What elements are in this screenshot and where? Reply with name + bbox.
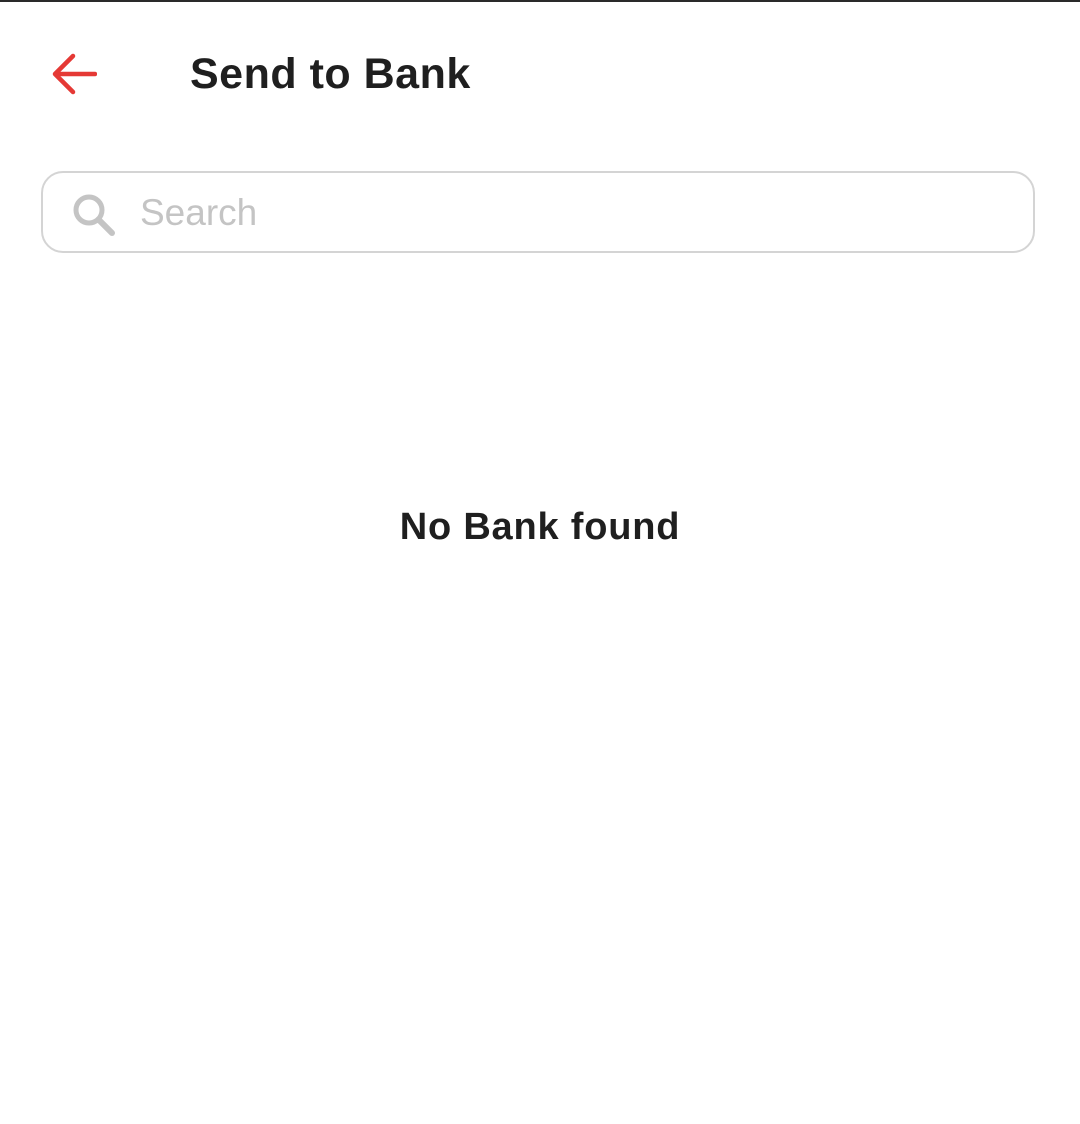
empty-state-message: No Bank found (399, 506, 681, 548)
back-button[interactable] (40, 42, 108, 106)
app-header: Send to Bank (0, 30, 1080, 120)
search-icon (71, 192, 117, 238)
search-input[interactable] (140, 183, 1010, 243)
page-title: Send to Bank (190, 50, 471, 98)
search-box[interactable] (41, 171, 1035, 253)
arrow-left-icon (51, 53, 97, 95)
top-divider (0, 0, 1080, 2)
